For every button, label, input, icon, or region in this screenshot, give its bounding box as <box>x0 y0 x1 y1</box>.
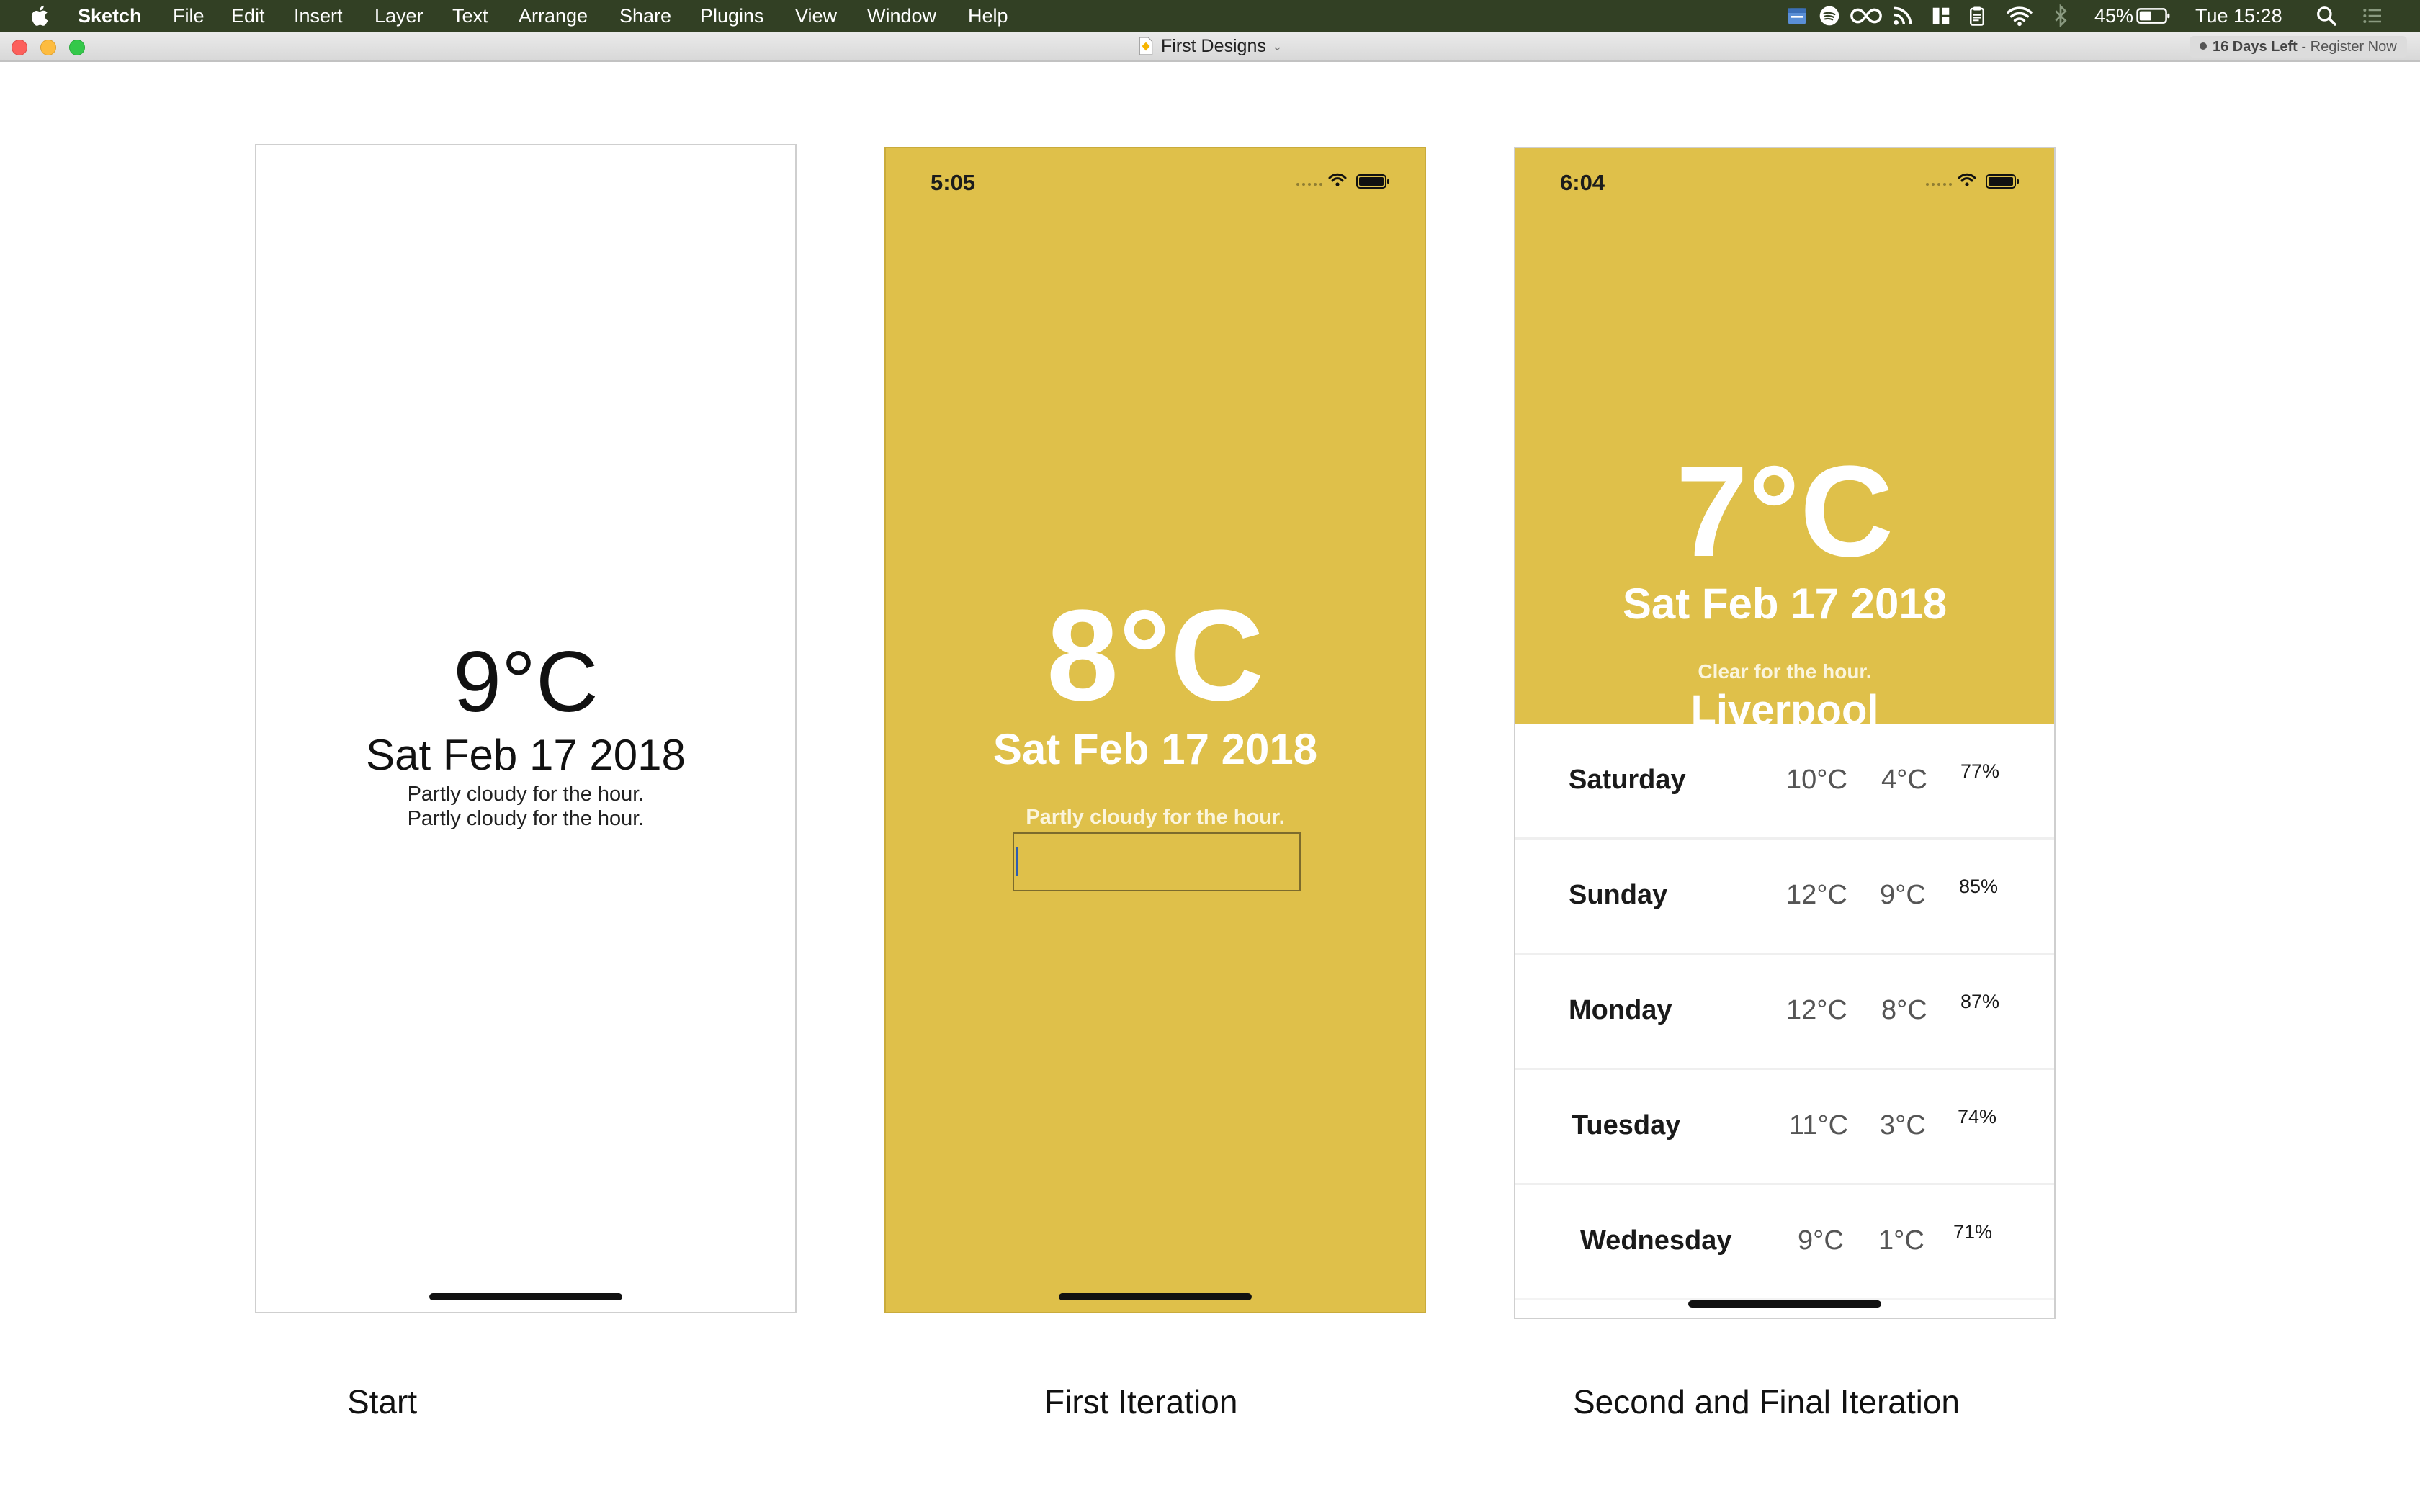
document-title[interactable]: First Designs ⌄ <box>1138 36 1283 58</box>
forecast-day: Tuesday <box>1572 1110 1681 1140</box>
forecast-high: 10°C <box>1786 765 1847 795</box>
forecast-list: Saturday 10°C 4°C 77% Sunday 12°C 9°C 85… <box>1515 724 2054 1300</box>
forecast-high: 11°C <box>1789 1110 1849 1140</box>
forecast-day: Saturday <box>1569 765 1686 795</box>
calendar-icon[interactable] <box>1785 4 1809 27</box>
bluetooth-icon[interactable] <box>2053 4 2069 27</box>
final-temperature: 7°C <box>1675 439 1894 584</box>
menu-window[interactable]: Window <box>867 4 936 27</box>
home-indicator <box>1688 1300 1881 1308</box>
forecast-high: 12°C <box>1786 995 1847 1025</box>
menu-layer[interactable]: Layer <box>375 4 424 27</box>
forecast-humidity: 87% <box>1960 991 2000 1012</box>
menu-help[interactable]: Help <box>968 4 1008 27</box>
forecast-day: Wednesday <box>1580 1225 1732 1256</box>
caption-final-iteration: Second and Final Iteration <box>1573 1383 1960 1421</box>
home-indicator <box>429 1293 622 1300</box>
forecast-humidity: 85% <box>1959 876 1999 897</box>
status-bar-signal-wifi-battery-icon <box>1296 173 1389 189</box>
first-temperature: 8°C <box>1046 583 1265 728</box>
menu-clock[interactable]: Tue 15:28 <box>2195 4 2282 27</box>
window-minimize-button[interactable] <box>40 40 56 55</box>
menu-edit[interactable]: Edit <box>231 4 265 27</box>
forecast-low: 8°C <box>1881 995 1927 1025</box>
notification-center-icon[interactable] <box>2360 4 2385 27</box>
forecast-row: Wednesday 9°C 1°C 71% <box>1515 1185 2054 1300</box>
text-caret <box>1016 847 1018 876</box>
chevron-down-icon[interactable]: ⌄ <box>1272 39 1283 54</box>
start-summary-2: Partly cloudy for the hour. <box>407 807 645 830</box>
forecast-high: 9°C <box>1798 1225 1844 1256</box>
forecast-low: 4°C <box>1881 765 1927 795</box>
spotify-icon[interactable] <box>1818 4 1841 27</box>
trial-dot-icon <box>2200 42 2207 50</box>
trial-separator: - <box>2301 39 2307 55</box>
clipboard-icon[interactable] <box>1966 4 1988 27</box>
start-temperature: 9°C <box>453 634 599 730</box>
menu-file[interactable]: File <box>173 4 205 27</box>
apple-logo-icon[interactable] <box>27 3 53 29</box>
forecast-humidity: 71% <box>1953 1221 1993 1243</box>
forecast-low: 9°C <box>1880 880 1926 910</box>
window-zoom-button[interactable] <box>69 40 85 55</box>
forecast-low: 1°C <box>1878 1225 1924 1256</box>
wifi-icon[interactable] <box>2005 4 2034 27</box>
home-indicator <box>1059 1293 1252 1300</box>
menu-arrange[interactable]: Arrange <box>519 4 588 27</box>
caption-first-iteration: First Iteration <box>1044 1383 1238 1421</box>
artboard-final-iteration[interactable]: 6:04 7°C Sat Feb 17 2018 Clear for the h… <box>1514 147 2056 1319</box>
menu-text[interactable]: Text <box>452 4 488 27</box>
forecast-low: 3°C <box>1880 1110 1926 1140</box>
sketch-document-icon <box>1139 37 1153 55</box>
battery-percent: 45% <box>2094 5 2134 27</box>
rss-icon[interactable] <box>1891 4 1914 27</box>
caption-start: Start <box>347 1383 418 1421</box>
window-title-bar: First Designs ⌄ 16 Days Left - Register N… <box>0 32 2420 62</box>
forecast-humidity: 74% <box>1958 1106 1997 1128</box>
infinity-icon[interactable] <box>1850 4 1883 27</box>
forecast-row: Sunday 12°C 9°C 85% <box>1515 840 2054 955</box>
text-layer-edit-box[interactable] <box>1013 832 1301 891</box>
first-summary: Partly cloudy for the hour. <box>1026 806 1285 829</box>
menu-view[interactable]: View <box>795 4 837 27</box>
document-title-text: First Designs <box>1161 36 1266 56</box>
menu-insert[interactable]: Insert <box>294 4 343 27</box>
status-bar-time: 5:05 <box>931 170 976 195</box>
menu-plugins[interactable]: Plugins <box>700 4 764 27</box>
forecast-humidity: 77% <box>1960 760 2000 782</box>
trial-badge[interactable]: 16 Days Left - Register Now <box>2190 36 2407 58</box>
battery-icon[interactable] <box>2136 4 2171 27</box>
final-date: Sat Feb 17 2018 <box>1622 580 1948 628</box>
forecast-day: Sunday <box>1569 880 1668 910</box>
menu-app-sketch[interactable]: Sketch <box>78 4 142 27</box>
trial-days-left: 16 Days Left <box>2213 39 2298 55</box>
grid-icon[interactable] <box>1930 4 1952 27</box>
forecast-day: Monday <box>1569 995 1672 1025</box>
forecast-row: Saturday 10°C 4°C 77% <box>1515 724 2054 840</box>
start-date: Sat Feb 17 2018 <box>366 731 686 779</box>
forecast-high: 12°C <box>1786 880 1847 910</box>
first-date: Sat Feb 17 2018 <box>992 725 1318 773</box>
artboard-first-iteration[interactable]: 5:05 8°C Sat Feb 17 2018 Partly cloudy f… <box>884 147 1426 1313</box>
forecast-row: Tuesday 11°C 3°C 74% <box>1515 1070 2054 1185</box>
status-bar-time: 6:04 <box>1560 170 1605 195</box>
forecast-row: Monday 12°C 8°C 87% <box>1515 955 2054 1070</box>
final-summary: Clear for the hour. <box>1698 660 1872 683</box>
artboard-start[interactable]: 9°C Sat Feb 17 2018 Partly cloudy for th… <box>255 144 797 1313</box>
window-close-button[interactable] <box>12 40 27 55</box>
status-bar-signal-wifi-battery-icon <box>1926 173 2019 189</box>
start-summary-1: Partly cloudy for the hour. <box>407 783 645 806</box>
menu-share[interactable]: Share <box>619 4 671 27</box>
weather-hero: 6:04 7°C Sat Feb 17 2018 Clear for the h… <box>1515 148 2054 734</box>
register-now-link[interactable]: Register Now <box>2311 39 2397 55</box>
menu-bar: Sketch File Edit Insert Layer Text Arran… <box>0 0 2420 32</box>
spotlight-icon[interactable] <box>2315 4 2338 27</box>
